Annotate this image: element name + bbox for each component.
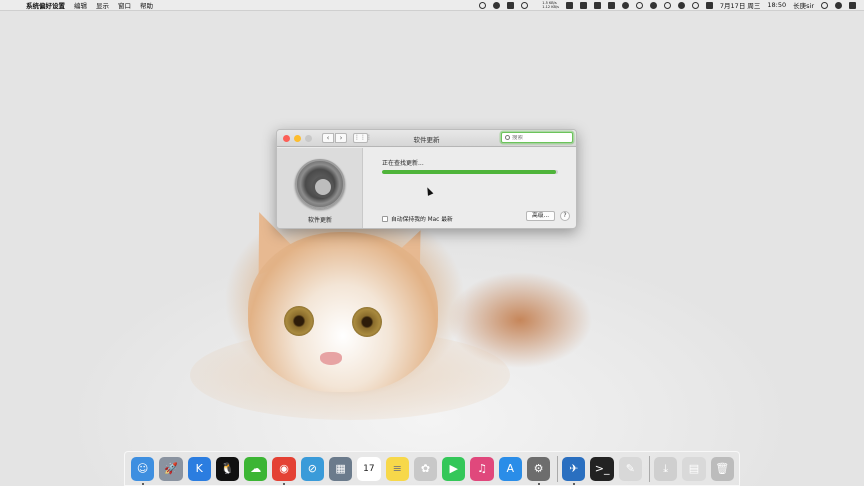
zoom-button[interactable] — [305, 134, 312, 142]
status-icon-11[interactable] — [677, 1, 685, 9]
menu-user[interactable]: 长庚sir — [793, 0, 814, 10]
dock: ☺ 🚀 K 🐧 ☁ ◉ ⊘ ▦ 17 ≡ ✿ ▶ ♫ A ⚙ ✈ >_ ✎ ⤓ ▤ 🗑 — [124, 451, 740, 486]
software-update-gear-icon — [295, 159, 345, 209]
status-icon-5[interactable] — [565, 1, 573, 9]
wifi-icon[interactable] — [691, 1, 699, 9]
network-speed[interactable]: 1.5 KB/s 1.12 KB/s — [535, 1, 559, 9]
status-icon-7[interactable] — [607, 1, 615, 9]
pane-main: 正在查找更新... 自动保持我的 Mac 最新 高级... ? — [363, 148, 576, 228]
status-area: 1.5 KB/s 1.12 KB/s 7月17日 周三 18:50 长庚sir — [472, 0, 864, 10]
window-titlebar[interactable]: ‹ › ⋮⋮⋮ 软件更新 — [277, 130, 576, 147]
photos-icon[interactable]: ✿ — [413, 456, 438, 481]
back-button[interactable]: ‹ — [322, 133, 334, 143]
status-icon-8[interactable] — [621, 1, 629, 9]
update-status-text: 正在查找更新... — [382, 160, 424, 167]
cloud-icon[interactable] — [649, 1, 657, 9]
wallpaper-cat-eye-right — [352, 307, 382, 337]
textedit-icon[interactable]: ✎ — [618, 456, 643, 481]
status-icon-4[interactable] — [521, 1, 529, 9]
update-progress-bar — [382, 170, 558, 174]
menu-date[interactable]: 7月17日 周三 — [720, 0, 760, 10]
terminal-icon[interactable]: >_ — [590, 456, 614, 481]
help-button[interactable]: ? — [560, 211, 570, 221]
dock-separator — [557, 455, 559, 482]
menu-help[interactable]: 帮助 — [140, 0, 153, 10]
status-icon-6[interactable] — [579, 1, 587, 9]
minimize-button[interactable] — [294, 134, 301, 142]
auto-update-label: 自动保持我的 Mac 最新 — [391, 217, 453, 223]
spotlight-icon[interactable] — [821, 1, 828, 9]
running-indicator — [283, 482, 286, 485]
system-preferences-icon[interactable]: ⚙ — [526, 456, 551, 485]
search-icon — [505, 135, 510, 140]
menu-window[interactable]: 窗口 — [118, 0, 131, 10]
running-indicator — [573, 482, 576, 485]
checkbox-box[interactable] — [382, 215, 388, 222]
appstore-icon[interactable]: A — [498, 456, 522, 481]
menu-time[interactable]: 18:50 — [767, 1, 786, 9]
search-field[interactable] — [501, 132, 573, 143]
forward-button[interactable]: › — [335, 133, 347, 143]
search-input[interactable] — [512, 134, 570, 141]
notification-center-icon[interactable] — [849, 1, 856, 9]
menu-bar: 系统偏好设置 编辑 显示 窗口 帮助 1.5 KB/s 1.12 KB/s 7月… — [0, 0, 864, 11]
finder-icon[interactable]: ☺ — [131, 456, 155, 485]
preview-icon[interactable]: ▦ — [328, 456, 353, 481]
launchpad-icon[interactable]: 🚀 — [159, 456, 183, 481]
siri-icon[interactable] — [835, 1, 842, 9]
auto-update-checkbox[interactable]: 自动保持我的 Mac 最新 — [382, 214, 453, 223]
status-icon-9[interactable] — [635, 1, 643, 9]
menu-app-name[interactable]: 系统偏好设置 — [26, 0, 65, 10]
qq-icon[interactable]: 🐧 — [215, 456, 240, 481]
flag-icon[interactable] — [705, 1, 713, 9]
wallpaper-cat-eye-left — [284, 306, 314, 336]
migration-icon[interactable]: ✈ — [562, 456, 586, 485]
progress-fill — [382, 170, 557, 174]
downloads-icon[interactable]: ⤓ — [654, 456, 678, 481]
notes-icon[interactable]: ≡ — [385, 456, 409, 481]
facetime-icon[interactable]: ▶ — [442, 456, 466, 481]
wechat-icon[interactable]: ☁ — [244, 456, 268, 481]
pane-label: 软件更新 — [307, 217, 332, 224]
calendar-icon[interactable]: 17 — [357, 456, 381, 481]
close-button[interactable] — [283, 134, 290, 142]
pane-sidebar: 软件更新 — [277, 148, 363, 228]
status-icon-3[interactable] — [507, 1, 515, 9]
itunes-icon[interactable]: ♫ — [470, 456, 494, 481]
net-download: 1.12 KB/s — [542, 5, 559, 9]
show-all-button[interactable]: ⋮⋮⋮ — [353, 133, 372, 143]
dock-separator — [649, 455, 650, 482]
advanced-button[interactable]: 高级... — [526, 211, 555, 221]
status-icon-1[interactable] — [479, 1, 487, 9]
running-indicator — [142, 482, 144, 485]
trash-icon[interactable]: 🗑 — [710, 456, 734, 481]
menu-edit[interactable]: 编辑 — [74, 0, 87, 10]
running-indicator — [537, 482, 540, 485]
documents-icon[interactable]: ▤ — [682, 456, 706, 481]
wallpaper-cat-head — [248, 232, 438, 392]
status-icon-2[interactable] — [493, 1, 501, 9]
wallpaper-cat-nose — [320, 352, 342, 365]
safari-icon[interactable]: ⊘ — [300, 456, 324, 481]
menu-view[interactable]: 显示 — [96, 0, 109, 10]
software-update-window: ‹ › ⋮⋮⋮ 软件更新 软件更新 正在查找更新... 自动保持我的 Mac 最… — [276, 129, 577, 229]
chrome-icon[interactable]: ◉ — [272, 456, 296, 485]
battery-icon[interactable] — [593, 1, 601, 9]
klipper-icon[interactable]: K — [187, 456, 211, 481]
status-icon-10[interactable] — [663, 1, 671, 9]
